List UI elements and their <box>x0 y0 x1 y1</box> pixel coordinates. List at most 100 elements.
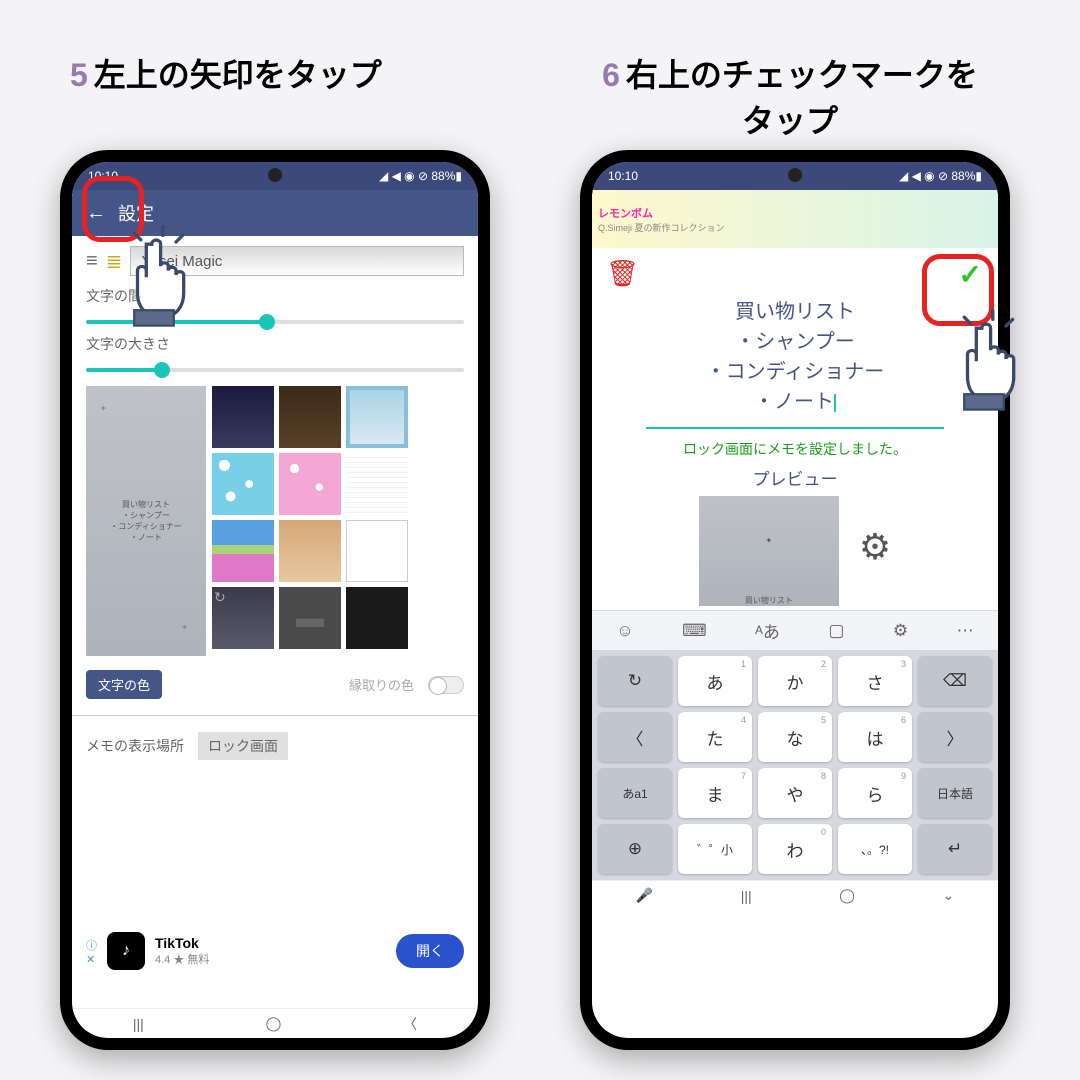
gear-icon[interactable]: ⚙ <box>859 526 891 568</box>
key-undo[interactable]: ↻ <box>598 656 672 706</box>
screen-right: 10:10 ◢ ◀ ◉ ⊘ 88%▮ レモンボム Q.Simeji 夏の新作コレ… <box>592 162 998 1038</box>
key-wa[interactable]: わ0 <box>758 824 832 874</box>
key-backspace[interactable]: ⌫ <box>918 656 992 706</box>
success-message: ロック画面にメモを設定しました。 <box>606 439 984 459</box>
statusbar: 10:10 ◢ ◀ ◉ ⊘ 88%▮ <box>72 162 478 190</box>
nav-back-r[interactable]: ⌄ <box>942 887 954 904</box>
key-ta[interactable]: た4 <box>678 712 752 762</box>
top-ad-banner[interactable]: レモンボム Q.Simeji 夏の新作コレクション <box>592 190 998 248</box>
phone-left: 10:10 ◢ ◀ ◉ ⊘ 88%▮ ← 設定 ≡ ≣ Yusei Magic … <box>60 150 490 1050</box>
nav-home[interactable]: ◯ <box>266 1015 282 1032</box>
thumb-4[interactable] <box>212 453 274 515</box>
key-na[interactable]: な5 <box>758 712 832 762</box>
step5-title: 5左上の矢印をタップ <box>70 50 382 96</box>
font-row: ≡ ≣ Yusei Magic <box>86 246 464 276</box>
kbd-settings-icon[interactable]: ⚙ <box>893 621 908 641</box>
key-a[interactable]: あ1 <box>678 656 752 706</box>
step6-text2: タップ <box>742 103 838 139</box>
titlebar: ← 設定 <box>72 190 478 236</box>
nav-home-r[interactable]: ◯ <box>839 887 855 904</box>
note-area: 🗑 ✓ 買い物リスト ・シャンプー ・コンディショナー ・ノート ロック画面にメ… <box>592 248 998 610</box>
ad-banner[interactable]: ⓘ✕ ♪ TikTok 4.4 ★ 無料 開く <box>86 932 464 970</box>
ad-open-button[interactable]: 開く <box>396 934 464 968</box>
kbd-symbols-icon[interactable]: ⌨ <box>682 621 707 641</box>
status-icons: ◢ ◀ ◉ ⊘ 88%▮ <box>379 169 462 183</box>
key-ya[interactable]: や8 <box>758 768 832 818</box>
preview-text: 買い物リスト ・シャンプー ・コンディショナー ・ノート <box>110 499 181 543</box>
keyboard-toolbar: ☺ ⌨ ᴬあ ▢ ⚙ ⋯ <box>592 610 998 650</box>
outline-label: 縁取りの色 <box>349 675 414 694</box>
settings-title: 設定 <box>118 200 154 226</box>
label-size: 文字の大きさ <box>86 334 464 354</box>
memo-loc-value[interactable]: ロック画面 <box>198 732 288 760</box>
nav-recents[interactable]: ||| <box>133 1016 144 1032</box>
step6-num: 6 <box>602 57 620 93</box>
lock-preview[interactable]: ✦ 買い物リスト <box>699 496 839 606</box>
step5-num: 5 <box>70 57 88 93</box>
memo-loc-label: メモの表示場所 <box>86 736 184 756</box>
statusbar-r: 10:10 ◢ ◀ ◉ ⊘ 88%▮ <box>592 162 998 190</box>
key-dakuten[interactable]: ゛゜小 <box>678 824 752 874</box>
kbd-translate-icon[interactable]: ᴬあ <box>755 618 780 643</box>
thumb-6[interactable] <box>346 453 408 515</box>
background-row: 買い物リスト ・シャンプー ・コンディショナー ・ノート ↻ ▬ <box>86 386 464 656</box>
phone-right: 10:10 ◢ ◀ ◉ ⊘ 88%▮ レモンボム Q.Simeji 夏の新作コレ… <box>580 150 1010 1050</box>
align-center-icon[interactable]: ≣ <box>106 249 123 274</box>
thumb-3[interactable] <box>346 386 408 448</box>
thumb-7[interactable] <box>212 520 274 582</box>
ad-sub: 4.4 ★ 無料 <box>155 951 209 967</box>
outline-toggle[interactable] <box>428 676 464 694</box>
nav-back[interactable]: 〈 <box>403 1014 417 1034</box>
key-enter[interactable]: ↵ <box>918 824 992 874</box>
key-ka[interactable]: か2 <box>758 656 832 706</box>
thumb-12[interactable] <box>346 587 408 649</box>
thumb-9[interactable] <box>346 520 408 582</box>
android-navbar-r: 🎤 ||| ◯ ⌄ <box>592 880 998 910</box>
nav-mic[interactable]: 🎤 <box>636 887 653 904</box>
font-name-field[interactable]: Yusei Magic <box>130 246 464 276</box>
status-time-r: 10:10 <box>608 169 638 183</box>
key-mode[interactable]: あa1 <box>598 768 672 818</box>
spacing-slider[interactable] <box>86 320 464 324</box>
key-ma[interactable]: ま7 <box>678 768 752 818</box>
thumb-2[interactable] <box>279 386 341 448</box>
ad-banner-text: レモンボム Q.Simeji 夏の新作コレクション <box>598 205 725 234</box>
trash-icon[interactable]: 🗑 <box>606 258 639 288</box>
status-icons-r: ◢ ◀ ◉ ⊘ 88%▮ <box>899 169 982 183</box>
ad-info-icon[interactable]: ⓘ✕ <box>86 937 97 966</box>
thumb-5[interactable] <box>279 453 341 515</box>
note-line-3: ・ノート <box>754 391 834 413</box>
key-punct[interactable]: 、。?! <box>838 824 912 874</box>
bg-preview[interactable]: 買い物リスト ・シャンプー ・コンディショナー ・ノート <box>86 386 206 656</box>
back-arrow-icon[interactable]: ← <box>86 202 106 225</box>
key-right[interactable]: 〉 <box>918 712 992 762</box>
thumb-8[interactable] <box>279 520 341 582</box>
ad-app-icon: ♪ <box>107 932 145 970</box>
key-ha[interactable]: は6 <box>838 712 912 762</box>
divider <box>72 715 478 716</box>
size-slider[interactable] <box>86 368 464 372</box>
text-color-button[interactable]: 文字の色 <box>86 670 162 699</box>
key-ra[interactable]: ら9 <box>838 768 912 818</box>
key-sa[interactable]: さ3 <box>838 656 912 706</box>
font-name-text: Yusei Magic <box>141 253 222 270</box>
key-globe[interactable]: ⊕ <box>598 824 672 874</box>
thumb-1[interactable] <box>212 386 274 448</box>
bg-thumbs: ↻ ▬ <box>212 386 408 656</box>
step6-title: 6右上のチェックマークを タップ <box>530 50 1050 142</box>
keyboard: ↻ あ1 か2 さ3 ⌫ 〈 た4 な5 は6 〉 あa1 ま7 や8 ら9 日… <box>592 650 998 880</box>
preview-inner-text: 買い物リスト <box>745 596 793 605</box>
kbd-clipboard-icon[interactable]: ▢ <box>828 621 844 641</box>
note-text[interactable]: 買い物リスト ・シャンプー ・コンディショナー ・ノート <box>606 297 984 417</box>
thumb-11[interactable]: ▬ <box>279 587 341 649</box>
align-icon[interactable]: ≡ <box>86 250 98 273</box>
kbd-emoji-icon[interactable]: ☺ <box>616 621 633 641</box>
key-lang[interactable]: 日本語 <box>918 768 992 818</box>
text-color-row: 文字の色 縁取りの色 <box>86 670 464 699</box>
kbd-more-icon[interactable]: ⋯ <box>957 621 974 641</box>
key-left[interactable]: 〈 <box>598 712 672 762</box>
note-line-1: ・シャンプー <box>735 331 854 353</box>
nav-recents-r[interactable]: ||| <box>741 888 752 904</box>
check-icon[interactable]: ✓ <box>959 258 982 291</box>
thumb-10[interactable]: ↻ <box>212 587 274 649</box>
